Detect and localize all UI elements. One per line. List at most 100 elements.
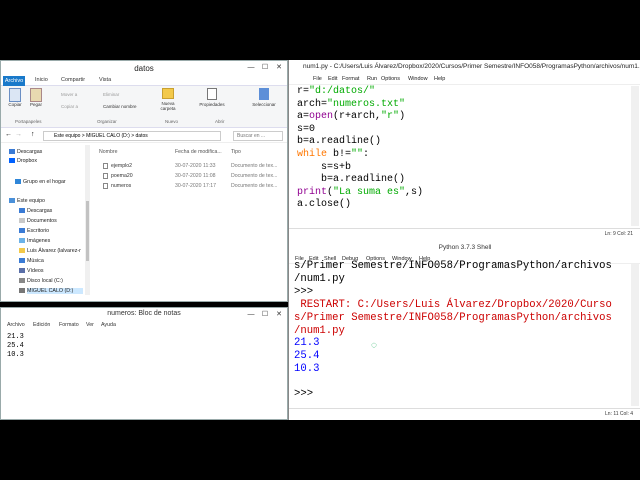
menu-help[interactable]: Help — [434, 76, 445, 82]
nav-item-dropbox[interactable]: Dropbox — [9, 158, 37, 164]
group-abrir: Abrir — [215, 119, 225, 124]
group-organizar: Organizar — [97, 119, 117, 124]
nav-item-escritorio[interactable]: Escritorio — [19, 228, 49, 234]
nav-scrollbar-thumb[interactable] — [86, 201, 89, 261]
notepad-menubar: Archivo Edición Formato Ver Ayuda — [1, 320, 287, 330]
group-nuevo: Nuevo — [165, 119, 179, 124]
desktop-icon — [19, 228, 25, 233]
shell-scrollbar[interactable] — [631, 264, 639, 406]
menu-edicion[interactable]: Edición — [33, 322, 50, 328]
minimize-button[interactable]: — — [245, 63, 257, 73]
shell-status: Ln: 11 Col: 4 — [289, 408, 640, 420]
nav-item-homegroup[interactable]: Grupo en el hogar — [15, 179, 66, 185]
menu-options[interactable]: Options — [381, 76, 400, 82]
code-editor[interactable]: r="d:/datos/" arch="numeros.txt" a=open(r+… — [297, 86, 423, 212]
nav-item-luis-alvarez[interactable]: Luis Álvarez (lalvarez-r — [19, 248, 81, 254]
nav-item-descargas[interactable]: Descargas — [9, 149, 42, 155]
rename-button[interactable]: Cambiar nombre — [103, 104, 137, 109]
tab-archivo[interactable]: Archivo — [3, 76, 25, 86]
up-arrow-icon[interactable]: ↑ — [31, 131, 35, 138]
nav-item-musica[interactable]: Música — [19, 258, 44, 264]
search-input[interactable]: Buscar en ... — [233, 131, 283, 141]
menu-file[interactable]: File — [313, 76, 322, 82]
maximize-button[interactable]: ☐ — [259, 63, 271, 73]
menu-format[interactable]: Format — [342, 76, 359, 82]
nav-item-miguel-calo[interactable]: MIGUEL CALO (D:) — [19, 288, 83, 294]
properties-icon — [207, 88, 217, 100]
column-type[interactable]: Tipo — [231, 149, 241, 155]
code-line-1: r="d:/datos/" — [297, 86, 376, 97]
copy-button[interactable]: Copiar — [5, 88, 25, 107]
documents-icon — [19, 218, 25, 223]
paste-icon — [30, 88, 42, 102]
close-button[interactable]: ✕ — [273, 63, 285, 73]
tab-inicio[interactable]: Inicio — [35, 77, 48, 83]
column-date[interactable]: Fecha de modifica... — [175, 149, 222, 155]
text-file-icon — [103, 163, 108, 169]
new-folder-button[interactable]: Nueva carpeta — [157, 88, 179, 111]
properties-button[interactable]: Propiedades — [197, 88, 227, 107]
ribbon: Copiar Pegar Mover a Copiar a Eliminar C… — [1, 86, 287, 128]
shell-restart-line: /num1.py — [294, 324, 345, 337]
ribbon-tabs: Archivo Inicio Compartir Vista — [1, 76, 287, 86]
file-list: Nombre Fecha de modifica... Tipo ejemplo… — [93, 145, 287, 295]
text-file-icon — [103, 183, 108, 189]
menu-ver[interactable]: Ver — [86, 322, 94, 328]
computer-icon — [9, 198, 15, 203]
shell-title: Python 3.7.3 Shell — [438, 244, 492, 251]
explorer-window-controls: — ☐ ✕ — [245, 63, 285, 73]
text-file-icon — [103, 173, 108, 179]
forward-arrow-icon[interactable]: → — [15, 131, 22, 138]
notepad-text-area[interactable]: 21.3 25.4 10.3 — [7, 333, 24, 360]
notepad-window: numeros: Bloc de notas — ☐ ✕ Archivo Edi… — [0, 307, 288, 420]
menu-edit[interactable]: Edit — [328, 76, 337, 82]
address-bar-row: ← → ↑ Este equipo > MIGUEL CALO (D:) > d… — [1, 129, 287, 143]
close-button[interactable]: ✕ — [273, 310, 285, 320]
copy-to-button[interactable]: Copiar a — [61, 104, 78, 109]
menu-ayuda[interactable]: Ayuda — [101, 322, 116, 328]
nav-item-imagenes[interactable]: Imágenes — [19, 238, 50, 244]
tab-compartir[interactable]: Compartir — [61, 77, 85, 83]
shell-output[interactable]: s/Primer Semestre/INFO058/ProgramasPytho… — [294, 260, 612, 401]
download-icon — [19, 208, 25, 213]
move-to-button[interactable]: Mover a — [61, 92, 77, 97]
shell-restart-line: s/Primer Semestre/INFO058/ProgramasPytho… — [294, 311, 612, 324]
editor-title: num1.py - C:/Users/Luis Álvarez/Dropbox/… — [289, 60, 640, 74]
group-portapapeles: Portapapeles — [15, 119, 42, 124]
nav-item-este-equipo[interactable]: Este equipo — [9, 198, 45, 204]
nav-item-documentos[interactable]: Documentos — [19, 218, 57, 224]
music-icon — [19, 258, 25, 263]
shell-line: s/Primer Semestre/INFO058/ProgramasPytho… — [294, 260, 612, 272]
nav-item-videos[interactable]: Vídeos — [19, 268, 44, 274]
menu-run[interactable]: Run — [367, 76, 377, 82]
back-arrow-icon[interactable]: ← — [5, 131, 12, 138]
select-button[interactable]: Seleccionar — [249, 88, 279, 107]
file-explorer-window: datos — ☐ ✕ Archivo Inicio Compartir Vis… — [0, 60, 288, 302]
download-icon — [9, 149, 15, 154]
code-line-8: b=a.readline() — [297, 174, 406, 186]
notepad-window-controls: — ☐ ✕ — [245, 310, 285, 320]
paste-button[interactable]: Pegar — [25, 88, 47, 107]
code-line-6: while b!="": — [297, 148, 370, 160]
delete-button[interactable]: Eliminar — [103, 92, 119, 97]
code-line-9: print("La suma es",s) — [297, 186, 424, 198]
editor-scrollbar[interactable] — [631, 86, 639, 226]
maximize-button[interactable]: ☐ — [259, 310, 271, 320]
menu-archivo[interactable]: Archivo — [7, 322, 25, 328]
nav-item-descargas-2[interactable]: Descargas — [19, 208, 52, 214]
code-line-4: s=0 — [297, 123, 316, 135]
column-name[interactable]: Nombre — [99, 149, 117, 155]
menu-formato[interactable]: Formato — [59, 322, 79, 328]
select-icon — [259, 88, 269, 100]
videos-icon — [19, 268, 25, 273]
pictures-icon — [19, 238, 25, 243]
address-input[interactable]: Este equipo > MIGUEL CALO (D:) > datos — [43, 131, 221, 141]
menu-window[interactable]: Window — [408, 76, 428, 82]
minimize-button[interactable]: — — [245, 310, 257, 320]
nav-item-disco-local[interactable]: Disco local (C:) — [19, 278, 63, 284]
tab-vista[interactable]: Vista — [99, 77, 111, 83]
shell-prompt: >>> — [294, 388, 320, 401]
python-shell-window: Python 3.7.3 Shell File Edit Shell Debug… — [288, 242, 640, 420]
homegroup-icon — [15, 179, 21, 184]
shell-output-value: 25.4 — [294, 350, 320, 363]
